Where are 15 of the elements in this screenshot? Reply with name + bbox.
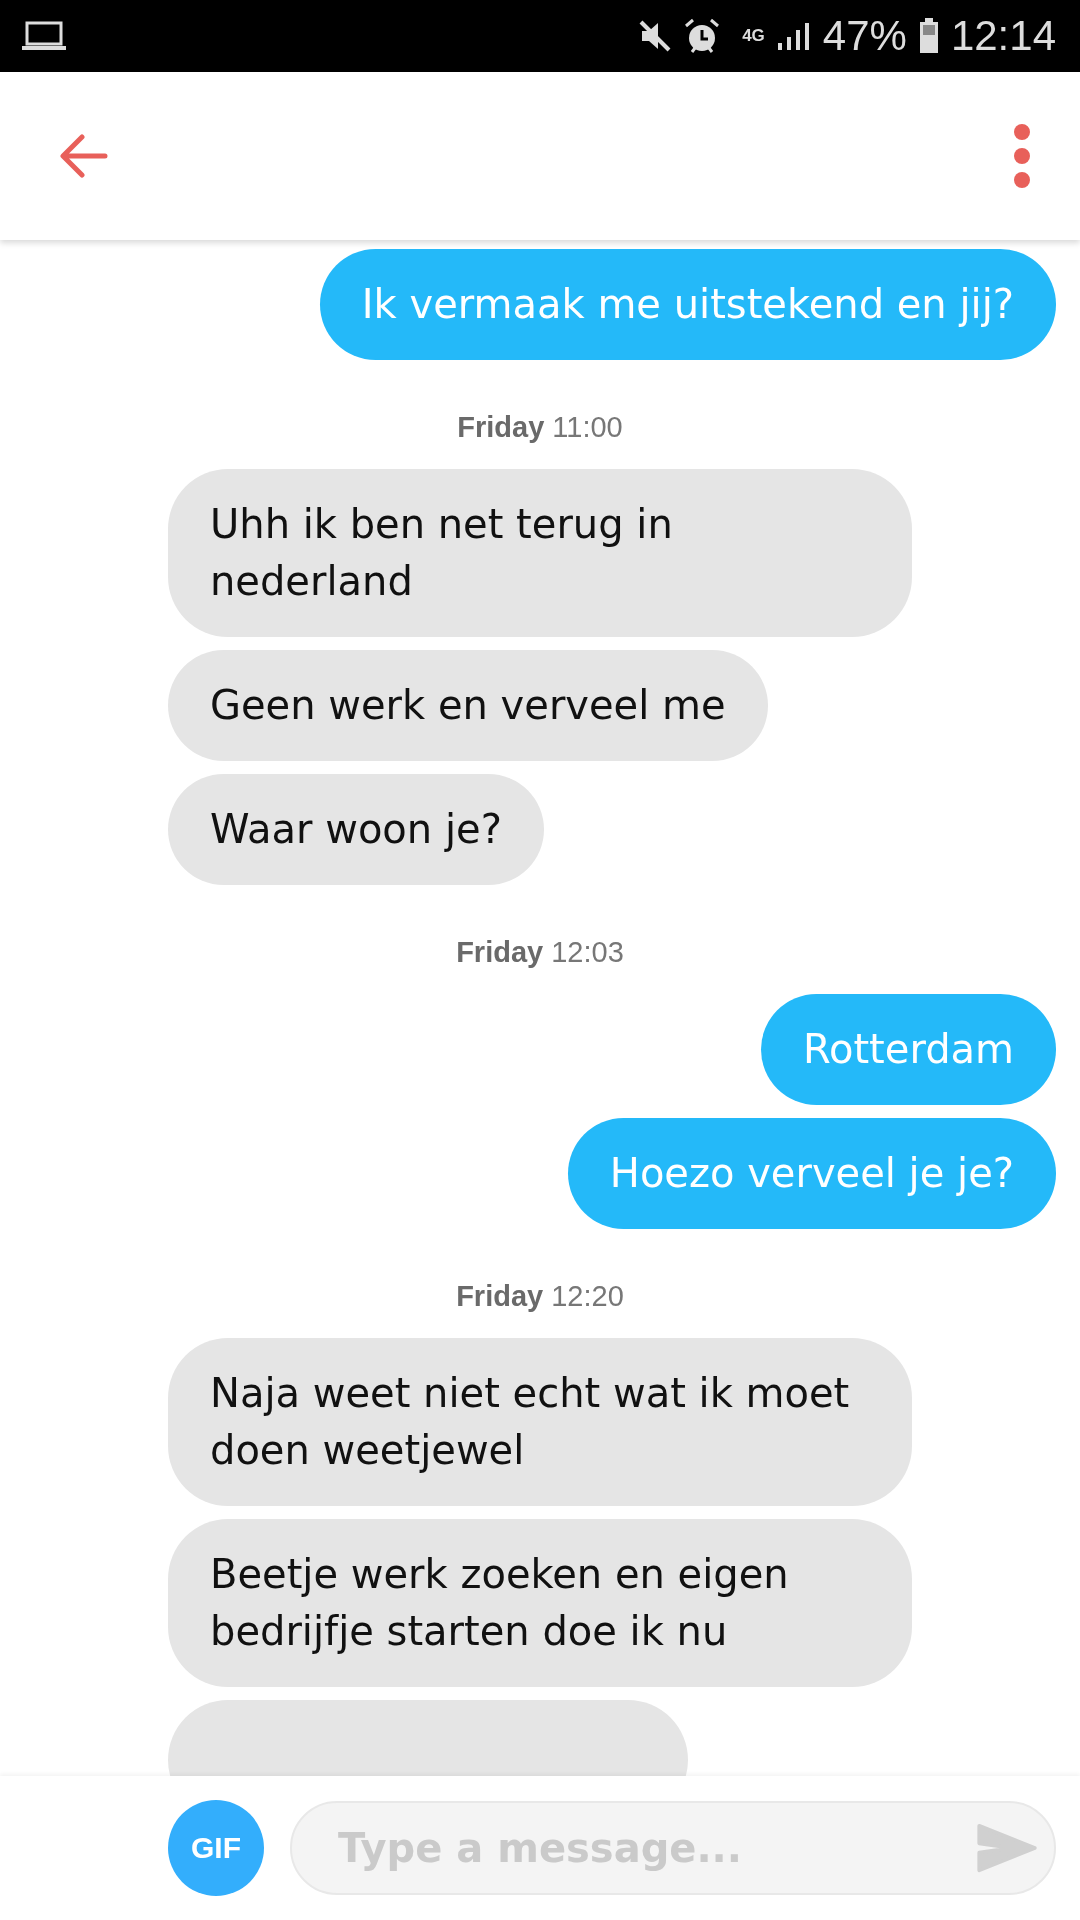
network-type: 4G xyxy=(742,26,765,46)
timestamp: Friday 12:03 xyxy=(455,936,625,969)
timestamp: Friday 12:20 xyxy=(455,1280,625,1313)
sent-message: Ik vermaak me uitstekend en jij? xyxy=(319,249,1056,360)
sent-message: Hoezo verveel je je? xyxy=(567,1118,1056,1229)
gif-button[interactable]: GIF xyxy=(168,1800,264,1896)
received-message: Beetje werk zoeken en eigen bedrijfje starten doe ik nu xyxy=(168,1519,912,1687)
sent-message: Rotterdam xyxy=(760,994,1056,1105)
battery-percent: 47% xyxy=(822,12,907,60)
received-message: Uhh ik ben net terug in nederland xyxy=(168,469,912,637)
received-message: Waar woon je? xyxy=(168,774,544,885)
timestamp: Friday 11:00 xyxy=(456,411,624,444)
received-message: Naja weet niet echt wat ik moet doen weetjewel xyxy=(168,1338,912,1506)
received-message: Geen werk en verveel me xyxy=(168,650,768,761)
clock: 12:14 xyxy=(950,12,1056,60)
